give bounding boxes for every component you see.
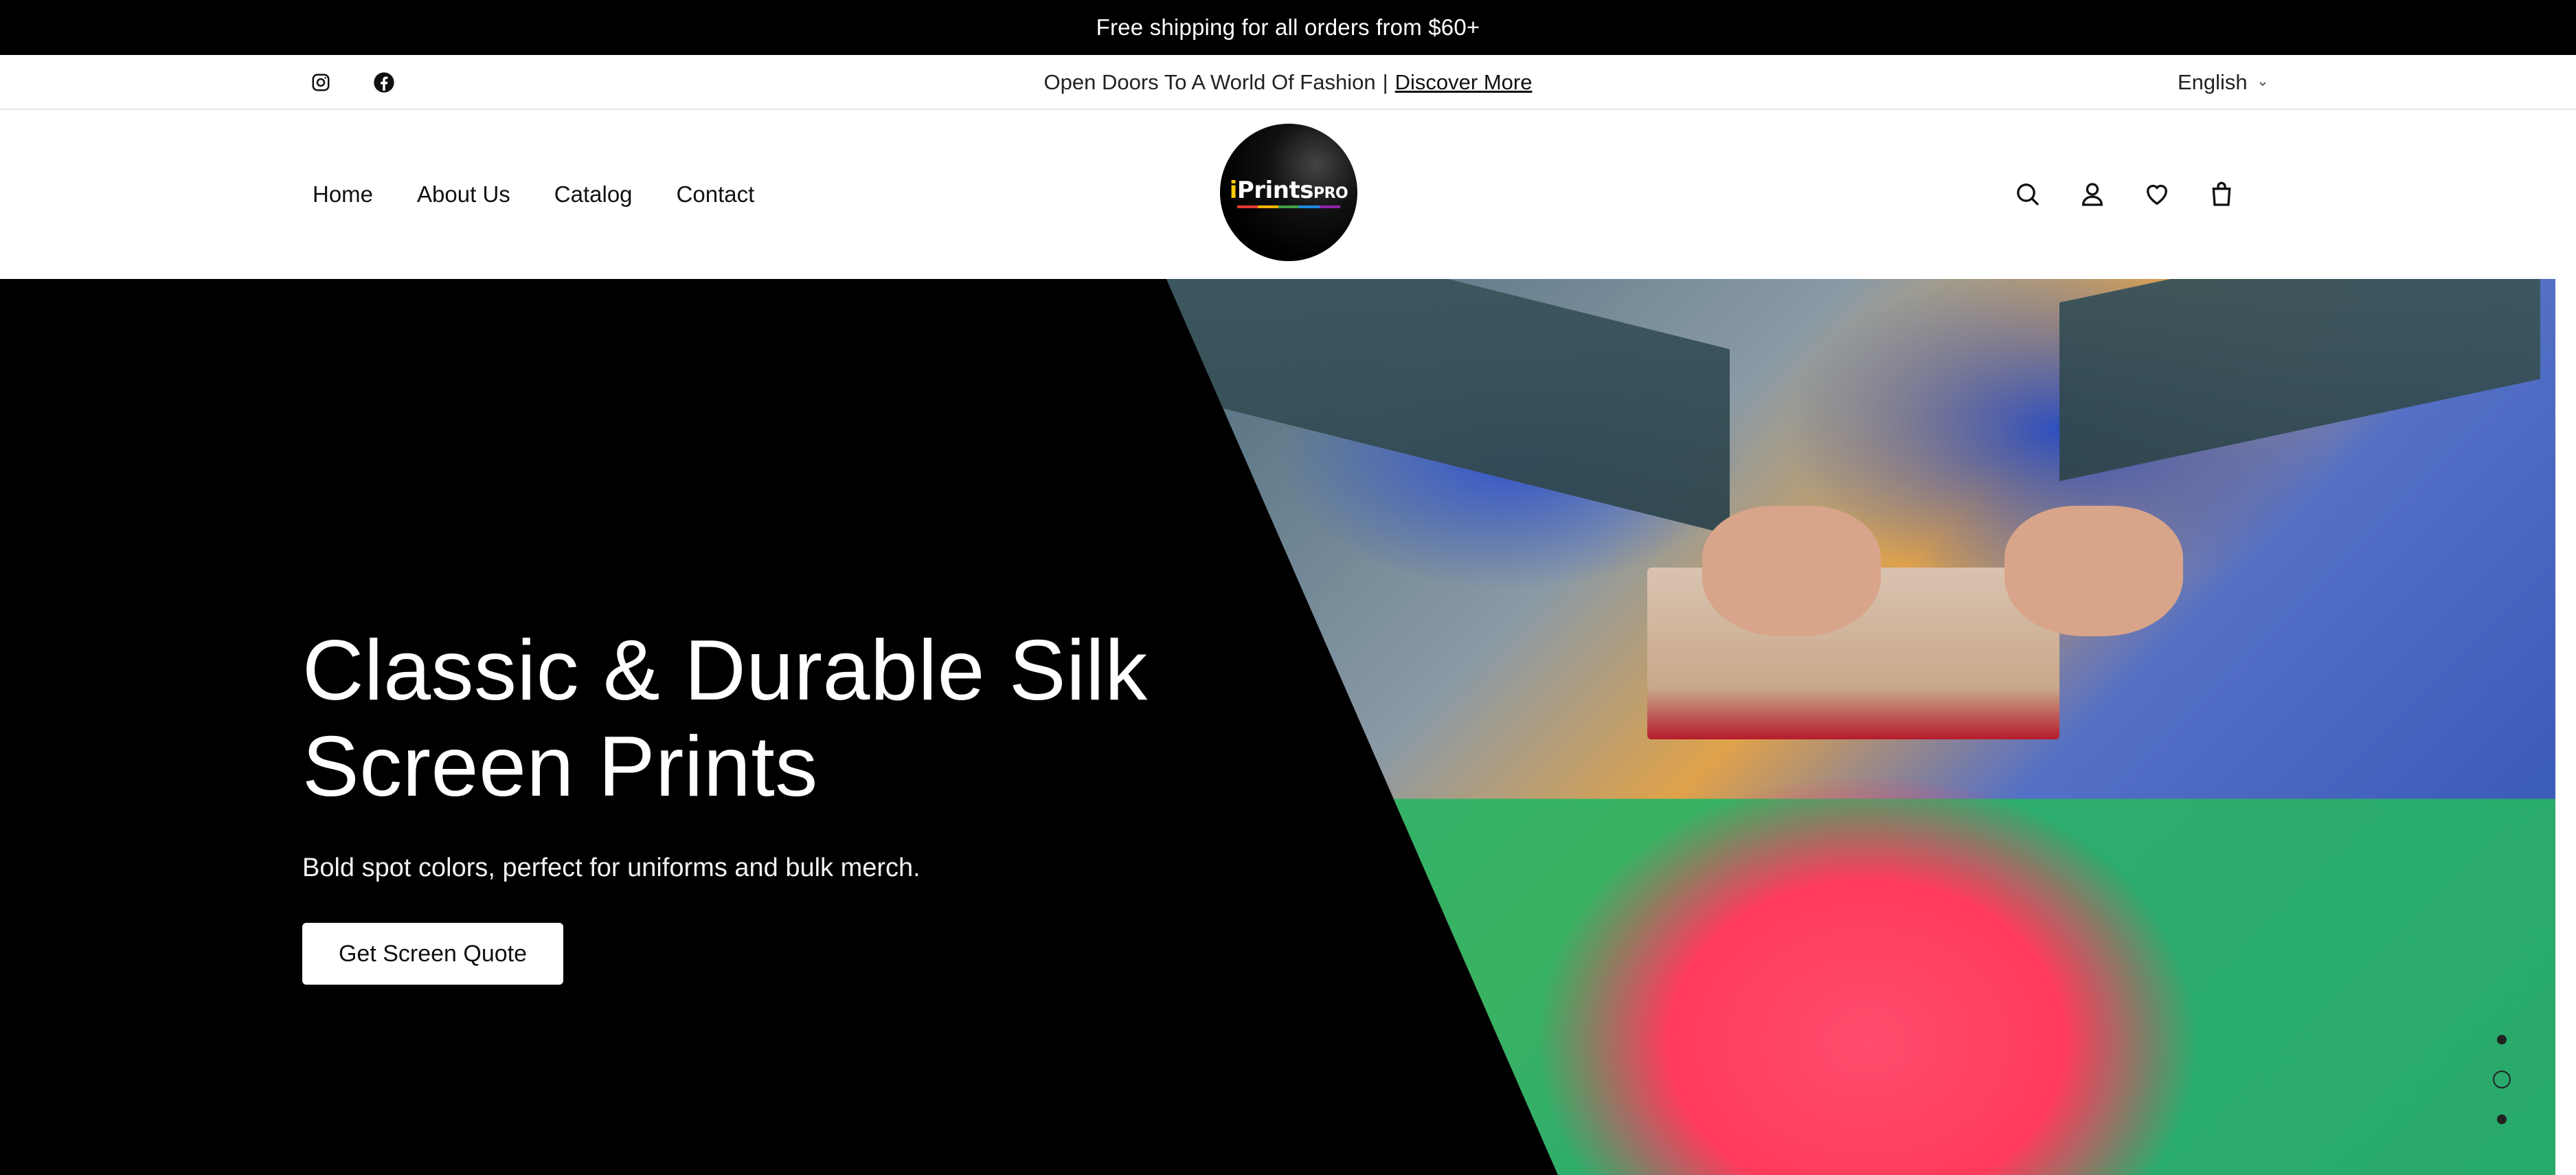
nav-catalog[interactable]: Catalog (554, 181, 633, 208)
announcement-text: Free shipping for all orders from $60+ (1096, 14, 1480, 40)
site-logo[interactable]: iPrintsPRO (1220, 124, 1357, 261)
hero-title: Classic & Durable Silk Screen Prints (302, 623, 1195, 815)
announcement-bar: Free shipping for all orders from $60+ (0, 0, 2576, 55)
cart-icon[interactable] (2206, 179, 2237, 210)
header-actions (2013, 110, 2237, 279)
hero-subtitle: Bold spot colors, perfect for uniforms a… (302, 853, 920, 882)
language-selector[interactable]: English (2178, 55, 2268, 110)
hero-title-line-2: Screen Prints (302, 719, 818, 814)
hero-slideshow: Classic & Durable Silk Screen Prints Bol… (0, 279, 2555, 1175)
logo-color-stripe (1237, 205, 1340, 208)
facebook-icon[interactable] (372, 71, 396, 94)
slide-pagination (2488, 1035, 2516, 1124)
chevron-down-icon (2257, 70, 2268, 95)
get-screen-quote-button[interactable]: Get Screen Quote (302, 923, 563, 985)
hero-hand-left (1702, 506, 1881, 636)
nav-contact[interactable]: Contact (677, 181, 755, 208)
discover-more-link[interactable]: Discover More (1395, 70, 1533, 95)
account-icon[interactable] (2077, 179, 2108, 210)
slide-dot-3[interactable] (2497, 1115, 2507, 1124)
site-header: Home About Us Catalog Contact iPrintsPRO (0, 110, 2576, 279)
social-links (309, 55, 396, 110)
search-icon[interactable] (2013, 179, 2043, 210)
slide-dot-1[interactable] (2497, 1035, 2507, 1044)
nav-about-us[interactable]: About Us (417, 181, 510, 208)
hero-arm-left (1166, 279, 1730, 535)
hero-arm-right (2059, 279, 2540, 482)
instagram-icon[interactable] (309, 71, 332, 94)
hero-title-line-1: Classic & Durable Silk (302, 623, 1148, 718)
promo-text: Open Doors To A World Of Fashion (1043, 70, 1376, 94)
nav-home[interactable]: Home (313, 181, 373, 208)
language-label: English (2178, 70, 2248, 94)
hero-image-screen-printing (1166, 279, 2555, 1175)
utility-bar: Open Doors To A World Of Fashion | Disco… (0, 55, 2576, 110)
slide-dot-2[interactable] (2493, 1071, 2511, 1088)
main-nav: Home About Us Catalog Contact (313, 110, 754, 279)
promo-separator: | (1382, 70, 1388, 94)
logo-wordmark: iPrintsPRO (1229, 177, 1348, 204)
hero-hand-right (2004, 506, 2183, 636)
hero-content: Classic & Durable Silk Screen Prints Bol… (302, 623, 1195, 985)
wishlist-icon[interactable] (2142, 179, 2172, 210)
